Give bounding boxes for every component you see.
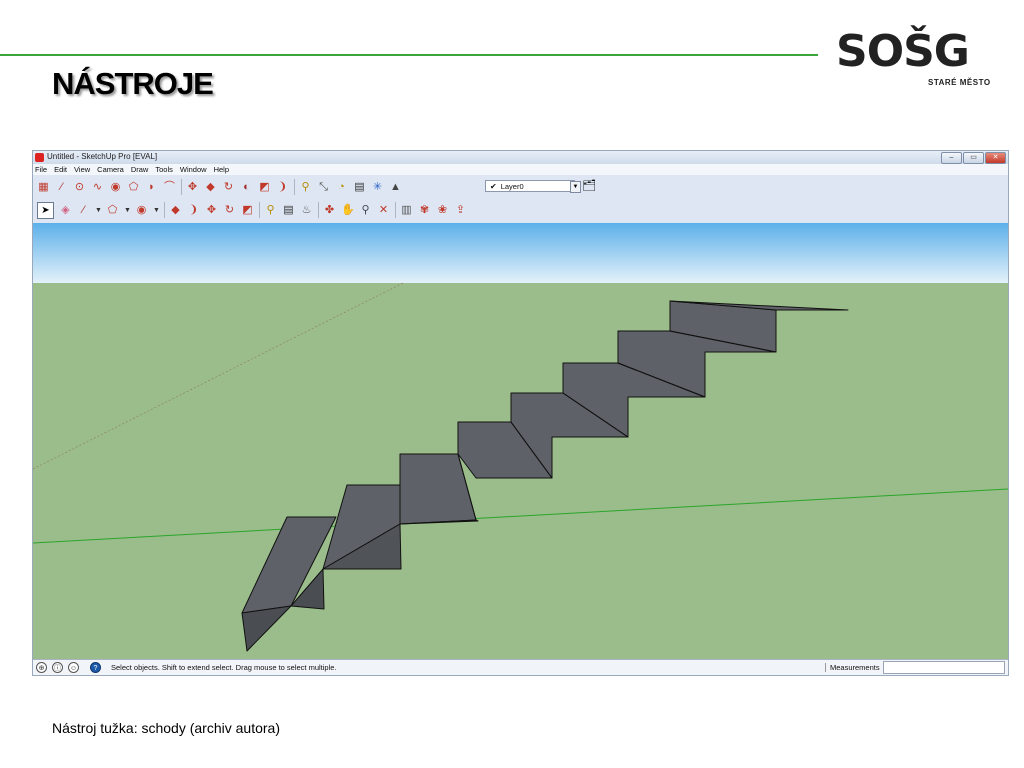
push-pull-icon[interactable]: ◆ [204,181,217,194]
scale-icon[interactable]: ◩ [258,181,271,194]
school-logo: SOŠG STARÉ MĚSTO [836,26,996,90]
slide-title: NÁSTROJE [52,66,214,101]
warehouse-icon[interactable]: ▥ [400,204,413,217]
menu-edit[interactable]: Edit [54,164,67,175]
measurements-input[interactable] [883,661,1005,674]
share-icon[interactable]: ⇪ [454,204,467,217]
arc-icon[interactable]: ⌒ [163,181,176,194]
rectangle-icon[interactable]: ▦ [37,181,50,194]
offset-icon[interactable]: ❩ [276,181,289,194]
user-icon[interactable]: ☺ [68,662,79,673]
dropdown-arrow-icon[interactable]: ▼ [95,204,102,217]
model-viewport[interactable] [33,223,1008,659]
large-toolset: ➤ ◈ ⁄ ▼ ⬠ ▼ ◉ ▼ ◆ ❩ ✥ ↻ ◩ ⚲ ▤ ♨ ✤ ✋ ⚲ ✕ … [37,200,472,220]
menu-camera[interactable]: Camera [97,164,124,175]
select-icon[interactable]: ➤ [37,201,54,219]
circle-icon[interactable]: ⊙ [73,181,86,194]
sketchup-window: Untitled - SketchUp Pro [EVAL] – ▭ ✕ Fil… [32,150,1009,676]
logo-wordmark: SOŠG [836,26,970,77]
3d-text-icon[interactable]: ▲ [389,181,402,194]
pan-icon[interactable]: ✋ [341,204,355,217]
move-icon[interactable]: ✥ [205,204,218,217]
zoom-icon[interactable]: ⚲ [359,204,372,217]
components-icon[interactable]: ✾ [418,204,431,217]
toolbar-separator [318,202,319,218]
menu-window[interactable]: Window [180,164,207,175]
toolbar-separator [164,202,165,218]
help-icon[interactable]: ? [90,662,101,673]
scene-canvas [33,223,1008,659]
toolbar-separator [181,179,182,195]
menu-draw[interactable]: Draw [131,164,149,175]
geolocation-icon[interactable]: ⊕ [36,662,47,673]
layer-dropdown-button[interactable]: ▼ [570,181,581,193]
dimension-icon[interactable]: ⤡ [317,181,330,194]
polygon-icon[interactable]: ⬠ [106,204,119,217]
protractor-icon[interactable]: ◔ [335,181,348,194]
paint-bucket-icon[interactable]: ♨ [300,204,313,217]
header-rule [0,54,818,56]
measurements-label: Measurements [825,663,880,672]
scale-icon[interactable]: ◩ [241,204,254,217]
menu-file[interactable]: File [35,164,47,175]
dropdown-arrow-icon[interactable]: ▼ [153,204,160,217]
menu-bar: File Edit View Camera Draw Tools Window … [33,164,1008,175]
window-title: Untitled - SketchUp Pro [EVAL] [47,152,158,161]
polygon-icon[interactable]: ⬠ [127,181,140,194]
arc-icon[interactable]: ◗ [145,181,158,194]
menu-help[interactable]: Help [214,164,229,175]
title-bar: Untitled - SketchUp Pro [EVAL] – ▭ ✕ [33,151,1008,164]
logo-subtitle: STARÉ MĚSTO [928,78,991,87]
layer-selector[interactable]: ✔ Layer0 [485,180,575,192]
rotate-icon[interactable]: ↻ [222,181,235,194]
drawing-toolbar: ▦ ⁄ ⊙ ∿ ◉ ⬠ ◗ ⌒ ✥ ◆ ↻ ◐ ◩ ❩ ⚲ ⤡ ◔ ▤ ✳ ▲ [37,177,407,197]
move-icon[interactable]: ✥ [186,181,199,194]
toolbar-separator [259,202,260,218]
pencil-icon[interactable]: ⁄ [77,204,90,217]
text-icon[interactable]: ▤ [282,204,295,217]
axes-icon[interactable]: ✳ [371,181,384,194]
close-button[interactable]: ✕ [985,152,1006,164]
credits-icon[interactable]: ⓘ [52,662,63,673]
circle-icon[interactable]: ◉ [135,204,148,217]
tape-measure-icon[interactable]: ⚲ [299,181,312,194]
layer-check-icon: ✔ [490,182,497,191]
minimize-button[interactable]: – [941,152,962,164]
menu-view[interactable]: View [74,164,90,175]
freehand-icon[interactable]: ∿ [91,181,104,194]
window-controls: – ▭ ✕ [941,152,1006,164]
line-icon[interactable]: ⁄ [55,181,68,194]
menu-tools[interactable]: Tools [155,164,173,175]
text-icon[interactable]: ▤ [353,181,366,194]
push-pull-icon[interactable]: ◆ [169,204,182,217]
offset-icon[interactable]: ❩ [187,204,200,217]
layer-manager-icon[interactable]: 🗂 [582,179,596,192]
zoom-extents-icon[interactable]: ✕ [377,204,390,217]
sky [33,223,1008,283]
image-caption: Nástroj tužka: schody (archiv autora) [52,720,280,736]
extension-icon[interactable]: ❀ [436,204,449,217]
toolbar-separator [395,202,396,218]
maximize-button[interactable]: ▭ [963,152,984,164]
tape-measure-icon[interactable]: ⚲ [264,204,277,217]
status-message: Select objects. Shift to extend select. … [111,663,337,672]
rotate-icon[interactable]: ↻ [223,204,236,217]
follow-me-icon[interactable]: ◐ [240,181,253,194]
sketchup-app-icon [35,153,44,162]
eraser-icon[interactable]: ◈ [59,204,72,217]
dropdown-arrow-icon[interactable]: ▼ [124,204,131,217]
orbit-icon[interactable]: ✤ [323,204,336,217]
circle-icon[interactable]: ◉ [109,181,122,194]
status-bar: ⊕ ⓘ ☺ ? Select objects. Shift to extend … [33,659,1008,675]
toolbar-separator [294,179,295,195]
layer-name: Layer0 [500,182,524,191]
